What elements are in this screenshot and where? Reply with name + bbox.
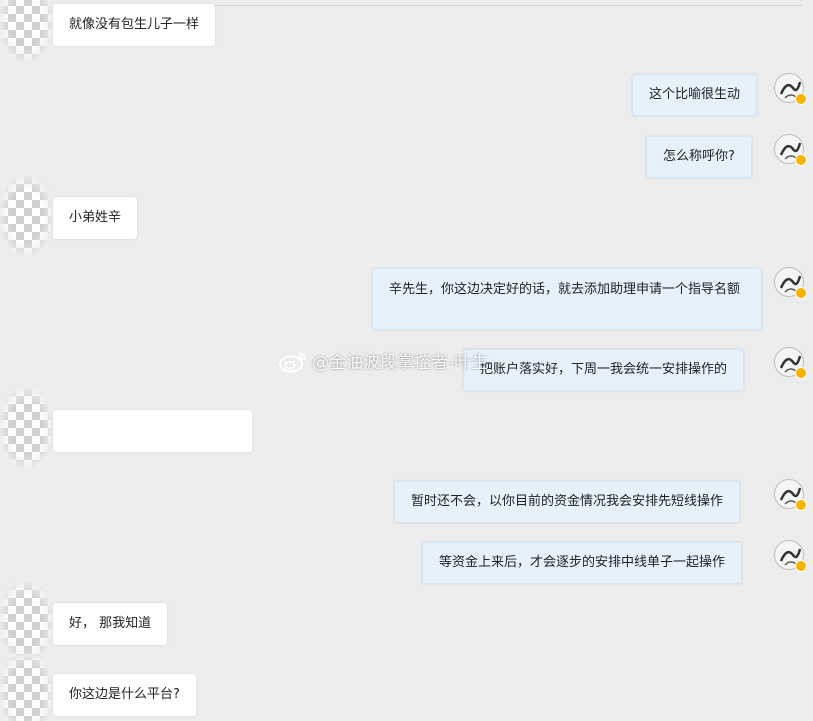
message-bubble-incoming[interactable]: 小弟姓辛: [53, 197, 138, 239]
message-text: 怎么称呼你?: [663, 149, 735, 164]
contact-avatar[interactable]: [0, 176, 52, 256]
weibo-icon: [279, 351, 306, 372]
message-bubble-incoming[interactable]: 就像没有包生儿子一样: [53, 4, 216, 46]
contact-avatar[interactable]: [0, 388, 52, 468]
message-bubble-incoming[interactable]: 你这边是什么平台?: [53, 674, 196, 716]
user-avatar[interactable]: [774, 540, 807, 572]
verified-badge-icon: [795, 367, 807, 379]
message-text: 这个比喻很生动: [649, 87, 741, 102]
message-text: 好， 那我知道: [69, 616, 152, 631]
message-bubble-outgoing[interactable]: 辛先生，你这边决定好的话，就去添加助理申请一个指导名额: [372, 268, 762, 330]
user-avatar[interactable]: [774, 347, 807, 379]
verified-badge-icon: [795, 93, 807, 105]
contact-avatar[interactable]: [0, 0, 52, 62]
user-avatar[interactable]: [774, 134, 807, 166]
message-bubble-outgoing[interactable]: 怎么称呼你?: [646, 136, 752, 178]
contact-avatar[interactable]: [0, 582, 52, 662]
message-text: 等资金上来后，才会逐步的安排中线单子一起操作: [439, 555, 726, 570]
user-avatar[interactable]: [774, 267, 807, 299]
verified-badge-icon: [795, 560, 807, 572]
message-text: 暂时还不会，以你目前的资金情况我会安排先短线操作: [411, 494, 724, 509]
message-bubble-outgoing[interactable]: 等资金上来后，才会逐步的安排中线单子一起操作: [422, 542, 743, 584]
message-text: 辛先生，你这边决定好的话，就去添加助理申请一个指导名额: [389, 282, 741, 297]
message-bubble-incoming[interactable]: 好， 那我知道: [53, 603, 168, 645]
message-bubble-outgoing[interactable]: 这个比喻很生动: [632, 74, 758, 116]
message-bubble-incoming-redacted[interactable]: [53, 410, 252, 452]
verified-badge-icon: [795, 154, 807, 166]
message-bubble-outgoing[interactable]: 把账户落实好，下周一我会统一安排操作的: [463, 349, 745, 391]
message-text: 就像没有包生儿子一样: [69, 17, 200, 32]
message-bubble-outgoing[interactable]: 暂时还不会，以你目前的资金情况我会安排先短线操作: [394, 481, 741, 523]
user-avatar[interactable]: [774, 479, 807, 511]
verified-badge-icon: [795, 499, 807, 511]
message-text: 小弟姓辛: [69, 210, 122, 225]
verified-badge-icon: [795, 287, 807, 299]
watermark: @金油波段掌控者-叶生: [278, 348, 488, 373]
contact-avatar[interactable]: [0, 652, 52, 721]
watermark-text: @金油波段掌控者-叶生: [312, 353, 489, 373]
user-avatar[interactable]: [774, 73, 807, 105]
message-text: 你这边是什么平台?: [69, 687, 180, 702]
message-text: 把账户落实好，下周一我会统一安排操作的: [480, 362, 728, 377]
